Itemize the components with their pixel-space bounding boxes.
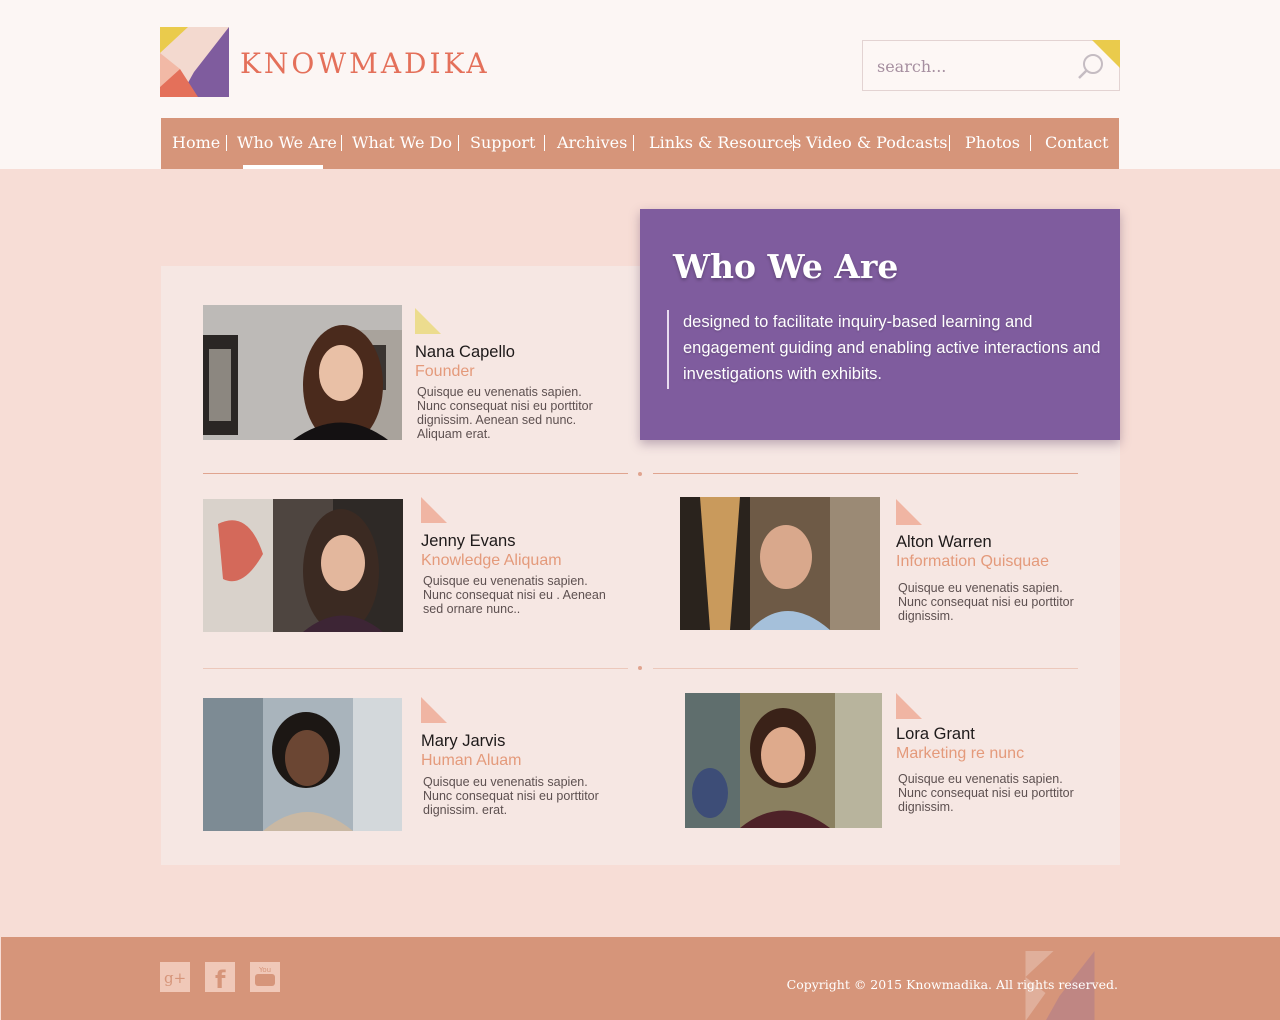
team-member-card: Lora Grant Marketing re nunc Quisque eu … bbox=[896, 693, 1096, 828]
search-corner-accent bbox=[1092, 40, 1120, 68]
logo-mark-icon bbox=[160, 27, 229, 97]
nav-separator bbox=[793, 135, 794, 151]
team-member-card: Jenny Evans Knowledge Aliquam Quisque eu… bbox=[421, 497, 621, 632]
team-member-card: Nana Capello Founder Quisque eu venenati… bbox=[415, 308, 615, 443]
search-box bbox=[862, 40, 1120, 91]
nav-item-contact[interactable]: Contact bbox=[1045, 118, 1109, 169]
member-name: Mary Jarvis bbox=[421, 732, 506, 750]
intro-quote-bar bbox=[667, 310, 669, 389]
team-member-card: Mary Jarvis Human Aluam Quisque eu venen… bbox=[421, 697, 621, 832]
member-bio: Quisque eu venenatis sapien. Nunc conseq… bbox=[423, 574, 606, 616]
intro-text: designed to facilitate inquiry-based lea… bbox=[683, 313, 1101, 383]
nav-separator bbox=[458, 135, 459, 151]
divider-line bbox=[653, 473, 1078, 474]
search-input[interactable] bbox=[877, 53, 1057, 79]
member-photo-alton-warren bbox=[680, 497, 880, 630]
nav-separator bbox=[633, 135, 634, 151]
copyright-text: Copyright © 2015 Knowmadika. All rights … bbox=[786, 977, 1118, 992]
member-photo-nana-capello bbox=[203, 305, 402, 440]
corner-accent-icon bbox=[415, 308, 441, 334]
corner-accent-icon bbox=[896, 693, 922, 719]
nav-active-indicator bbox=[243, 165, 323, 169]
member-role: Knowledge Aliquam bbox=[421, 552, 562, 569]
member-bio: Quisque eu venenatis sapien. Nunc conseq… bbox=[898, 581, 1074, 623]
member-name: Nana Capello bbox=[415, 343, 515, 361]
member-photo-jenny-evans bbox=[203, 499, 403, 632]
google-plus-icon[interactable]: g+ bbox=[160, 962, 190, 992]
logo[interactable]: KNOWMADIKA bbox=[160, 27, 487, 97]
member-bio: Quisque eu venenatis sapien. Nunc conseq… bbox=[898, 772, 1074, 814]
divider-line bbox=[203, 473, 628, 474]
member-name: Jenny Evans bbox=[421, 532, 516, 550]
corner-accent-icon bbox=[421, 697, 447, 723]
nav-item-archives[interactable]: Archives bbox=[557, 118, 627, 169]
youtube-icon[interactable]: You bbox=[250, 962, 280, 992]
facebook-icon[interactable]: f bbox=[205, 962, 235, 992]
nav-separator bbox=[1030, 135, 1031, 151]
member-name: Lora Grant bbox=[896, 725, 975, 743]
divider-line bbox=[203, 668, 628, 669]
nav-item-links-resources[interactable]: Links & Resources bbox=[649, 118, 801, 169]
svg-text:f: f bbox=[215, 966, 226, 992]
member-bio: Quisque eu venenatis sapien. Nunc conseq… bbox=[423, 775, 599, 817]
corner-accent-icon bbox=[421, 497, 447, 523]
divider-dot bbox=[638, 666, 642, 670]
nav-item-who-we-are[interactable]: Who We Are bbox=[237, 118, 337, 169]
nav-separator bbox=[341, 135, 342, 151]
nav-item-home[interactable]: Home bbox=[172, 118, 220, 169]
member-name: Alton Warren bbox=[896, 533, 992, 551]
corner-accent-icon bbox=[896, 499, 922, 525]
intro-card: Who We Are designed to facilitate inquir… bbox=[640, 209, 1120, 440]
brand-name: KNOWMADIKA bbox=[240, 47, 490, 80]
member-photo-lora-grant bbox=[685, 693, 882, 828]
nav-item-support[interactable]: Support bbox=[470, 118, 535, 169]
nav-separator bbox=[544, 135, 545, 151]
member-role: Information Quisquae bbox=[896, 553, 1049, 570]
footer: g+ f You Copyright © 2015 Knowmadika. Al… bbox=[1, 937, 1280, 1020]
nav-item-what-we-do[interactable]: What We Do bbox=[352, 118, 452, 169]
member-role: Human Aluam bbox=[421, 752, 522, 769]
member-bio: Quisque eu venenatis sapien. Nunc conseq… bbox=[417, 385, 593, 441]
nav-item-video-podcasts[interactable]: Video & Podcasts bbox=[806, 118, 948, 169]
member-role: Marketing re nunc bbox=[896, 745, 1025, 762]
member-photo-mary-jarvis bbox=[203, 698, 402, 831]
divider-line bbox=[653, 668, 1078, 669]
main-nav: Home Who We Are What We Do Support Archi… bbox=[161, 118, 1119, 169]
svg-text:You: You bbox=[258, 966, 271, 974]
nav-separator bbox=[226, 135, 227, 151]
header: KNOWMADIKA Home Who We Are What We Do Su… bbox=[0, 0, 1280, 169]
nav-separator bbox=[949, 135, 950, 151]
page-title: Who We Are bbox=[673, 247, 899, 286]
divider-dot bbox=[638, 472, 642, 476]
member-role: Founder bbox=[415, 363, 475, 380]
team-member-card: Alton Warren Information Quisquae Quisqu… bbox=[896, 499, 1096, 634]
nav-item-photos[interactable]: Photos bbox=[965, 118, 1020, 169]
svg-text:g+: g+ bbox=[164, 969, 186, 987]
